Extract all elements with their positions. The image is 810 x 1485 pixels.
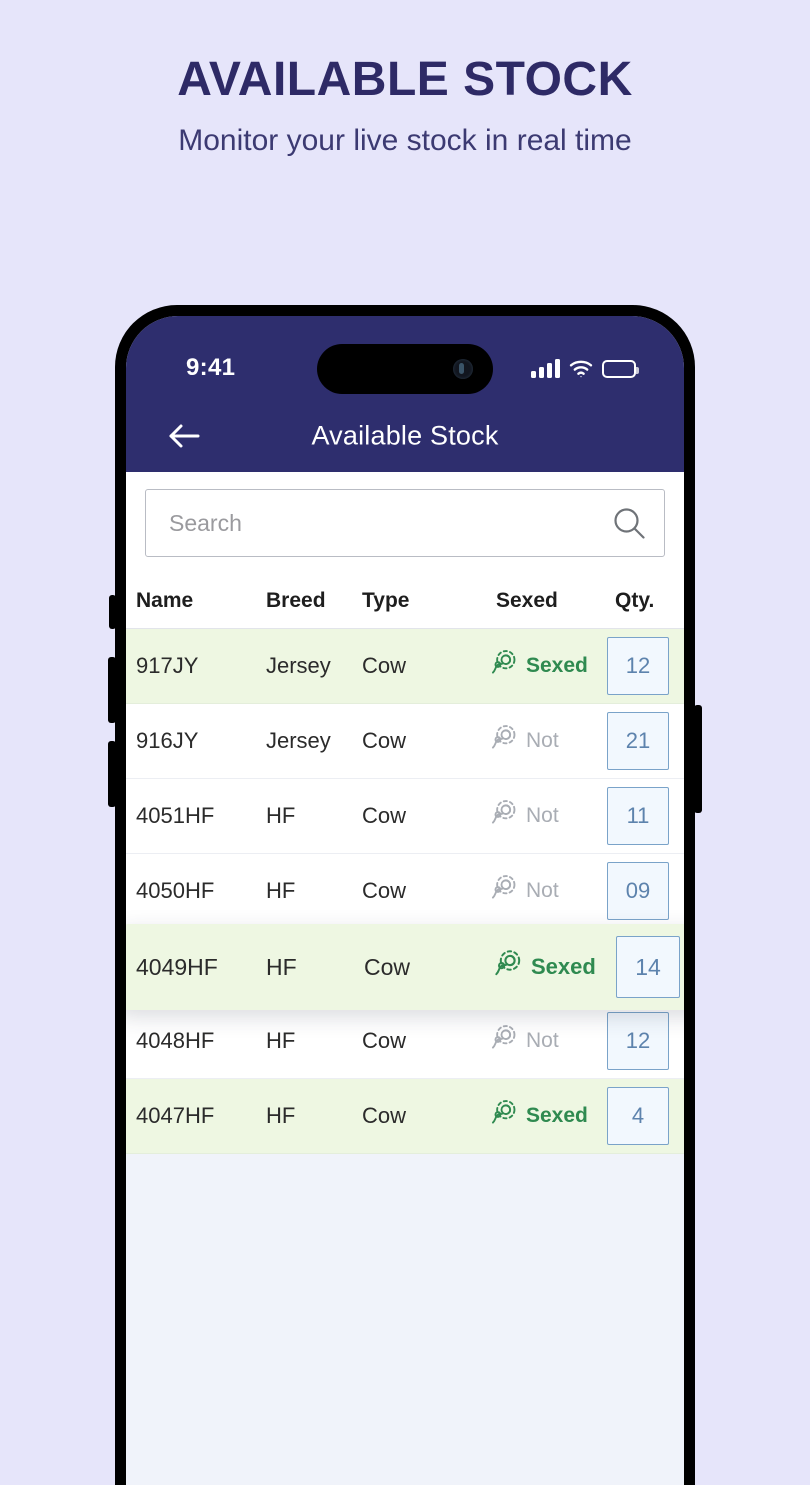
power-button[interactable] (694, 705, 702, 813)
sexed-status-icon (487, 722, 519, 760)
table-row[interactable]: 4047HF HF Cow Sexed 4 (126, 1079, 684, 1154)
cell-type: Cow (362, 653, 407, 678)
cell-breed: HF (266, 1103, 296, 1128)
cell-qty: 14 (616, 936, 684, 998)
sexed-status-label: Not (526, 879, 559, 902)
stock-table: Name Breed Type Sexed Qty. 917JY Jersey Co… (126, 573, 684, 1454)
qty-box: 14 (616, 936, 680, 998)
cell-type: Cow (362, 1103, 407, 1128)
table-empty-space (126, 1154, 684, 1454)
column-header-sexed: Sexed (496, 588, 558, 612)
phone-mockup: 9:41 Available Stock Search Name Breed T… (108, 305, 702, 1485)
cell-name: 917JY (136, 653, 199, 678)
cell-breed: HF (266, 953, 297, 980)
cell-breed: HF (266, 1028, 296, 1053)
page-subtitle: Monitor your live stock in real time (178, 124, 632, 158)
status-bar-icons (531, 352, 639, 378)
cell-type: Cow (364, 953, 411, 980)
cell-type: Cow (362, 728, 407, 753)
cell-sexed: Not (487, 797, 607, 835)
search-area (126, 472, 684, 573)
column-header-type: Type (362, 588, 410, 612)
cell-sexed: Sexed (487, 647, 607, 685)
cell-breed: HF (266, 803, 296, 828)
cell-sexed: Sexed (487, 1097, 607, 1135)
qty-box: 09 (607, 862, 669, 920)
cellular-signal-icon (531, 358, 560, 378)
table-row[interactable]: 4048HF HF Cow Not 12 (126, 1004, 684, 1079)
sexed-status-icon (487, 1097, 519, 1135)
cell-type: Cow (362, 878, 407, 903)
sexed-status-icon (487, 647, 519, 685)
qty-box: 21 (607, 712, 669, 770)
search-icon[interactable] (612, 506, 646, 540)
cell-name: 4049HF (136, 953, 218, 980)
sexed-status-label: Not (526, 1029, 559, 1052)
sexed-status-label: Sexed (526, 654, 588, 677)
qty-box: 11 (607, 787, 669, 845)
dynamic-island (317, 344, 493, 394)
column-header-breed: Breed (266, 588, 326, 612)
sexed-status-label: Not (526, 804, 559, 827)
cell-name: 4047HF (136, 1103, 215, 1128)
table-body: 917JY Jersey Cow Sexed 12 916JY Jersey Cow Not 21… (126, 629, 684, 1154)
sexed-status-icon (490, 947, 524, 987)
cell-breed: Jersey (266, 653, 331, 678)
qty-box: 12 (607, 637, 669, 695)
column-header-name: Name (136, 588, 194, 612)
table-row[interactable]: 917JY Jersey Cow Sexed 12 (126, 629, 684, 704)
app-bar: Available Stock (126, 400, 684, 472)
status-bar: 9:41 (126, 316, 684, 400)
cell-name: 4051HF (136, 803, 215, 828)
sexed-status-label: Not (526, 729, 559, 752)
table-row[interactable]: 916JY Jersey Cow Not 21 (126, 704, 684, 779)
sexed-status-label: Sexed (526, 1104, 588, 1127)
table-row[interactable]: 4050HF HF Cow Not 09 (126, 854, 684, 929)
search-input[interactable] (146, 490, 664, 556)
cell-breed: HF (266, 878, 296, 903)
cell-breed: Jersey (266, 728, 331, 753)
cell-sexed: Not (487, 1022, 607, 1060)
page-title: AVAILABLE STOCK (177, 53, 633, 106)
qty-box: 4 (607, 1087, 669, 1145)
cell-name: 4048HF (136, 1028, 215, 1053)
table-row[interactable]: 4051HF HF Cow Not 11 (126, 779, 684, 854)
sexed-status-icon (487, 872, 519, 910)
cell-sexed: Not (487, 722, 607, 760)
phone-screen: 9:41 Available Stock Search Name Breed T… (126, 316, 684, 1485)
cell-qty: 21 (607, 712, 684, 770)
cell-qty: 12 (607, 637, 684, 695)
wifi-icon (569, 359, 593, 378)
column-header-qty: Qty. (615, 588, 655, 612)
table-header-row: Name Breed Type Sexed Qty. (126, 573, 684, 629)
cell-sexed: Not (487, 872, 607, 910)
cell-type: Cow (362, 803, 407, 828)
table-row[interactable]: 4049HF HF Cow Sexed 14 (126, 924, 684, 1010)
sexed-status-icon (487, 797, 519, 835)
qty-box: 12 (607, 1012, 669, 1070)
promo-header: AVAILABLE STOCK Monitor your live stock … (0, 0, 810, 159)
battery-icon (602, 360, 639, 378)
status-bar-clock: 9:41 (186, 354, 236, 381)
cell-type: Cow (362, 1028, 407, 1053)
cell-sexed: Sexed (490, 947, 616, 987)
cell-qty: 12 (607, 1012, 684, 1070)
front-camera-icon (453, 359, 473, 379)
cell-qty: 09 (607, 862, 684, 920)
app-bar-title: Available Stock (311, 420, 499, 451)
cell-name: 4050HF (136, 878, 215, 903)
cell-qty: 11 (607, 787, 684, 845)
search-box[interactable] (145, 489, 665, 557)
sexed-status-icon (487, 1022, 519, 1060)
cell-name: 916JY (136, 728, 199, 753)
sexed-status-label: Sexed (531, 954, 596, 979)
cell-qty: 4 (607, 1087, 684, 1145)
